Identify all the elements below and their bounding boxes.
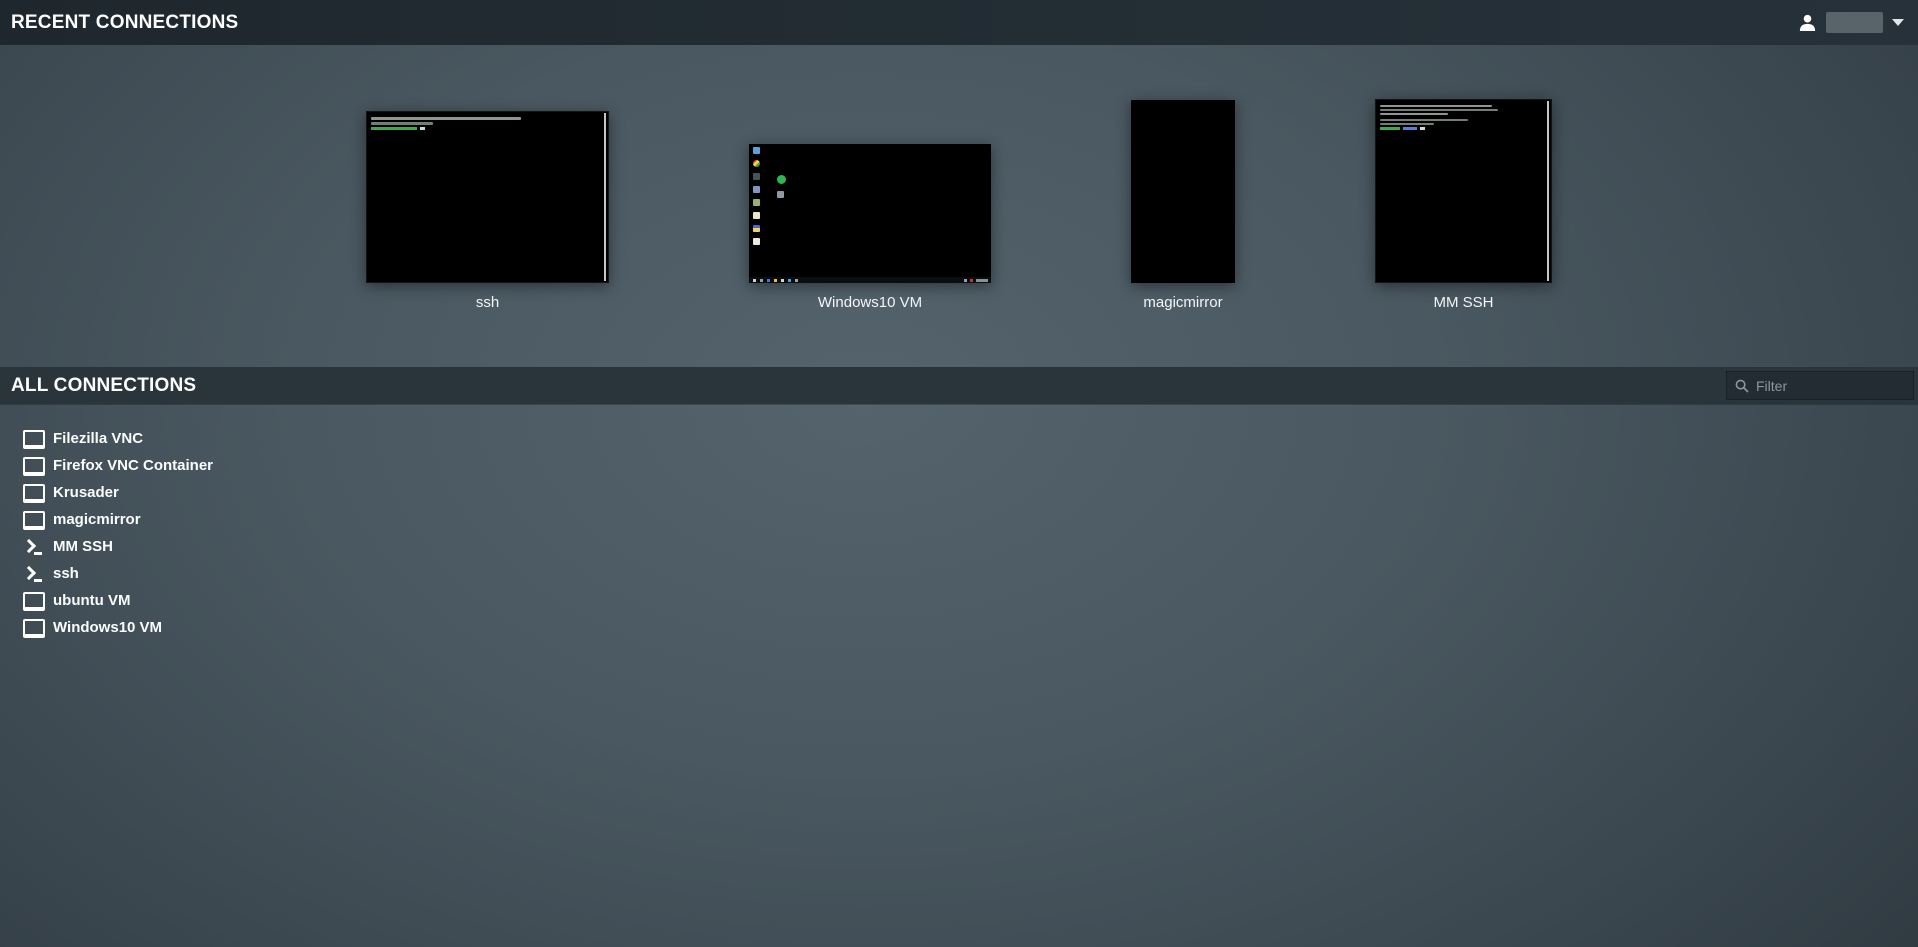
terminal-icon (21, 562, 44, 585)
taskbar-tray (960, 279, 991, 282)
user-menu-button[interactable] (1798, 12, 1904, 33)
connection-list-item[interactable]: Filezilla VNC (0, 425, 1918, 452)
app-header: RECENT CONNECTIONS (0, 0, 1918, 45)
connection-name: ssh (53, 565, 79, 582)
terminal-text-lines (371, 115, 598, 130)
connection-name: ubuntu VM (53, 592, 130, 609)
terminal-scrollbar (1547, 101, 1549, 281)
username-redacted (1826, 12, 1883, 33)
search-icon (1735, 379, 1749, 393)
filter-box[interactable] (1726, 371, 1914, 400)
connection-name: Firefox VNC Container (53, 457, 213, 474)
terminal-icon (21, 535, 44, 558)
monitor-icon (21, 508, 44, 531)
recent-connections-title: RECENT CONNECTIONS (11, 12, 238, 34)
thumbnail-row: ssh (0, 45, 1918, 311)
connection-list-item[interactable]: MM SSH (0, 533, 1918, 560)
user-icon (1798, 13, 1817, 32)
connection-list-item[interactable]: Krusader (0, 479, 1918, 506)
monitor-icon (21, 454, 44, 477)
monitor-icon (21, 616, 44, 639)
desktop-icons (753, 147, 760, 251)
connection-list-item[interactable]: magicmirror (0, 506, 1918, 533)
desktop-icon-green (777, 175, 786, 184)
thumbnail-label: MM SSH (1434, 294, 1494, 311)
recent-connection-windows10-vm[interactable]: Windows10 VM (749, 144, 991, 311)
recent-connection-mm-ssh[interactable]: MM SSH (1375, 99, 1552, 311)
connection-list-item[interactable]: ssh (0, 560, 1918, 587)
thumbnail-label: ssh (476, 294, 499, 311)
blank-screen-thumbnail (1131, 100, 1235, 283)
connection-name: magicmirror (53, 511, 141, 528)
windows-taskbar (749, 277, 991, 283)
recent-connections-section: ssh (0, 45, 1918, 367)
monitor-icon (21, 589, 44, 612)
windows-desktop-thumbnail (749, 144, 991, 283)
all-connections-bar: ALL CONNECTIONS (0, 367, 1918, 404)
connection-list-item[interactable]: ubuntu VM (0, 587, 1918, 614)
connection-name: Krusader (53, 484, 119, 501)
monitor-icon (21, 481, 44, 504)
connection-list-item[interactable]: Firefox VNC Container (0, 452, 1918, 479)
recent-connection-magicmirror[interactable]: magicmirror (1131, 100, 1235, 311)
thumbnail-label: Windows10 VM (818, 294, 922, 311)
all-connections-title: ALL CONNECTIONS (11, 375, 196, 397)
monitor-icon (21, 427, 44, 450)
connection-list-item[interactable]: Windows10 VM (0, 614, 1918, 641)
desktop-icon-extra (777, 191, 784, 198)
ssh-terminal-thumbnail (1375, 99, 1552, 283)
thumbnail-label: magicmirror (1143, 294, 1222, 311)
filter-input[interactable] (1756, 378, 1905, 394)
terminal-text-lines (1380, 103, 1541, 130)
connection-name: Filezilla VNC (53, 430, 143, 447)
connection-name: Windows10 VM (53, 619, 162, 636)
recent-connection-ssh[interactable]: ssh (366, 111, 609, 311)
ssh-terminal-thumbnail (366, 111, 609, 283)
connection-name: MM SSH (53, 538, 113, 555)
all-connections-list: Filezilla VNC Firefox VNC Container Krus… (0, 404, 1918, 641)
terminal-scrollbar (604, 113, 606, 281)
chevron-down-icon (1892, 19, 1904, 26)
